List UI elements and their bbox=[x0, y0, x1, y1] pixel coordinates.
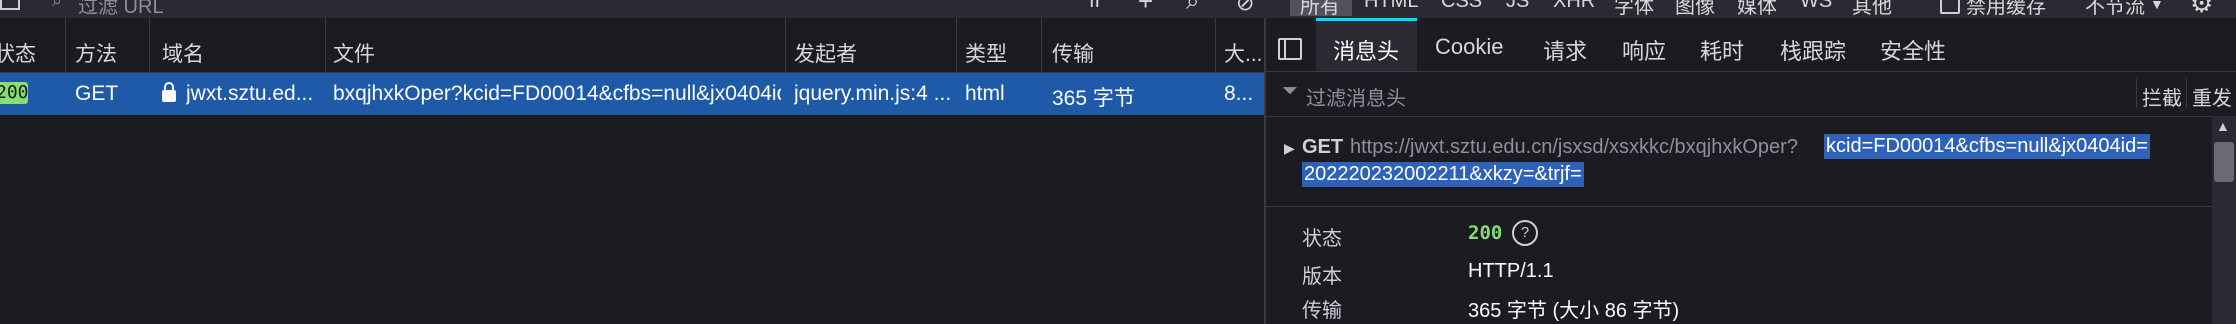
filter-css[interactable]: CSS bbox=[1441, 0, 1482, 13]
block-button[interactable]: 拦截 bbox=[2142, 82, 2182, 111]
filter-html[interactable]: HTML bbox=[1364, 0, 1418, 13]
divider bbox=[1266, 206, 2212, 207]
row-type: html bbox=[965, 82, 1005, 105]
col-divider bbox=[149, 18, 150, 72]
tab-active-indicator bbox=[1316, 18, 1417, 21]
filter-icon: ⏷ bbox=[1282, 80, 1298, 102]
version-label: 版本 bbox=[1302, 266, 1342, 288]
scrollbar-thumb[interactable] bbox=[2214, 142, 2234, 182]
col-header-domain[interactable]: 域名 bbox=[162, 38, 204, 68]
filter-other[interactable]: 其他 bbox=[1852, 0, 1892, 19]
col-divider bbox=[1041, 18, 1042, 72]
expand-arrow-icon[interactable]: ▶ bbox=[1284, 140, 1295, 157]
tab-stack-trace[interactable]: 栈跟踪 bbox=[1780, 34, 1846, 66]
divider bbox=[2136, 78, 2137, 108]
request-url: https://jwxt.sztu.edu.cn/jsxsd/xsxkkc/bx… bbox=[1350, 136, 1798, 158]
status-code: 200 bbox=[0, 82, 29, 103]
row-domain: jwxt.sztu.ed... bbox=[186, 82, 314, 105]
row-method: GET bbox=[75, 82, 119, 105]
divider bbox=[2186, 78, 2187, 108]
clear-requests-icon[interactable] bbox=[0, 0, 20, 10]
col-header-size[interactable]: 大... bbox=[1224, 38, 1263, 68]
throttle-select[interactable]: 不节流 bbox=[2085, 0, 2145, 19]
row-initiator[interactable]: jquery.min.js:4 ... bbox=[794, 82, 952, 106]
lock-shackle bbox=[164, 82, 174, 92]
col-header-transferred[interactable]: 传输 bbox=[1052, 38, 1094, 68]
block-icon[interactable]: ⊘ bbox=[1236, 0, 1254, 16]
add-icon[interactable]: + bbox=[1138, 0, 1153, 17]
filter-images[interactable]: 图像 bbox=[1675, 0, 1715, 19]
scroll-up-icon[interactable]: ▲ bbox=[2216, 118, 2230, 134]
transferred-value: 365 字节 (大小 86 字节) bbox=[1468, 300, 1680, 322]
col-divider bbox=[956, 18, 957, 72]
row-file: bxqjhxkOper?kcid=FD00014&cfbs=null&jx040… bbox=[333, 82, 781, 105]
resend-button[interactable]: 重发 bbox=[2192, 82, 2232, 111]
disable-cache-label: 禁用缓存 bbox=[1966, 0, 2046, 18]
col-divider bbox=[325, 18, 326, 72]
filter-headers-bar bbox=[1266, 72, 2236, 117]
request-url-selected: kcid=FD00014&cfbs=null&jx0404id= bbox=[1824, 134, 2150, 159]
col-divider bbox=[785, 18, 786, 72]
filter-media[interactable]: 媒体 bbox=[1737, 0, 1777, 19]
request-method: GET bbox=[1302, 136, 1344, 158]
filter-headers-input[interactable]: 过滤消息头 bbox=[1306, 82, 1406, 111]
gear-icon[interactable]: ⚙ bbox=[2190, 0, 2213, 19]
tab-security[interactable]: 安全性 bbox=[1880, 34, 1946, 66]
filter-xhr[interactable]: XHR bbox=[1553, 0, 1595, 13]
tab-timings[interactable]: 耗时 bbox=[1700, 34, 1744, 66]
filter-ws[interactable]: WS bbox=[1800, 0, 1832, 13]
col-divider bbox=[1215, 18, 1216, 72]
status-value: 200 bbox=[1468, 222, 1503, 244]
help-icon[interactable]: ? bbox=[1512, 220, 1538, 246]
search-icon[interactable]: ⌕ bbox=[1186, 0, 1199, 16]
col-divider bbox=[65, 18, 66, 72]
pause-button[interactable]: II bbox=[1089, 0, 1100, 13]
col-header-status[interactable]: 状态 bbox=[0, 38, 36, 68]
tab-headers[interactable]: 消息头 bbox=[1333, 34, 1399, 66]
filter-fonts[interactable]: 字体 bbox=[1614, 0, 1654, 19]
chevron-down-icon: ▼ bbox=[2150, 0, 2164, 12]
col-header-type[interactable]: 类型 bbox=[965, 38, 1007, 68]
filter-all[interactable]: 所有 bbox=[1300, 0, 1340, 19]
filter-icon: ⌕ bbox=[52, 0, 63, 10]
version-value: HTTP/1.1 bbox=[1468, 260, 1554, 282]
col-header-initiator[interactable]: 发起者 bbox=[794, 38, 857, 68]
toggle-sidebar-bar bbox=[1284, 40, 1286, 58]
status-label: 状态 bbox=[1302, 228, 1342, 250]
col-header-file[interactable]: 文件 bbox=[333, 38, 375, 68]
row-transferred: 365 字节 bbox=[1052, 87, 1135, 110]
filter-url-field[interactable]: ⌕ 过滤 URL bbox=[52, 0, 1052, 18]
disable-cache-checkbox[interactable] bbox=[1940, 0, 1960, 14]
col-header-method[interactable]: 方法 bbox=[75, 38, 117, 68]
filter-url-placeholder: 过滤 URL bbox=[78, 0, 164, 18]
tab-cookie[interactable]: Cookie bbox=[1435, 34, 1503, 60]
toggle-sidebar-icon[interactable] bbox=[1278, 38, 1302, 60]
transferred-label: 传输 bbox=[1302, 300, 1342, 322]
tab-response[interactable]: 响应 bbox=[1622, 34, 1666, 66]
request-url-selected-2: 202220232002211&xkzy=&trjf= bbox=[1302, 162, 1584, 187]
filter-js[interactable]: JS bbox=[1506, 0, 1529, 13]
tab-request[interactable]: 请求 bbox=[1543, 34, 1587, 66]
row-size: 8... bbox=[1224, 82, 1254, 105]
